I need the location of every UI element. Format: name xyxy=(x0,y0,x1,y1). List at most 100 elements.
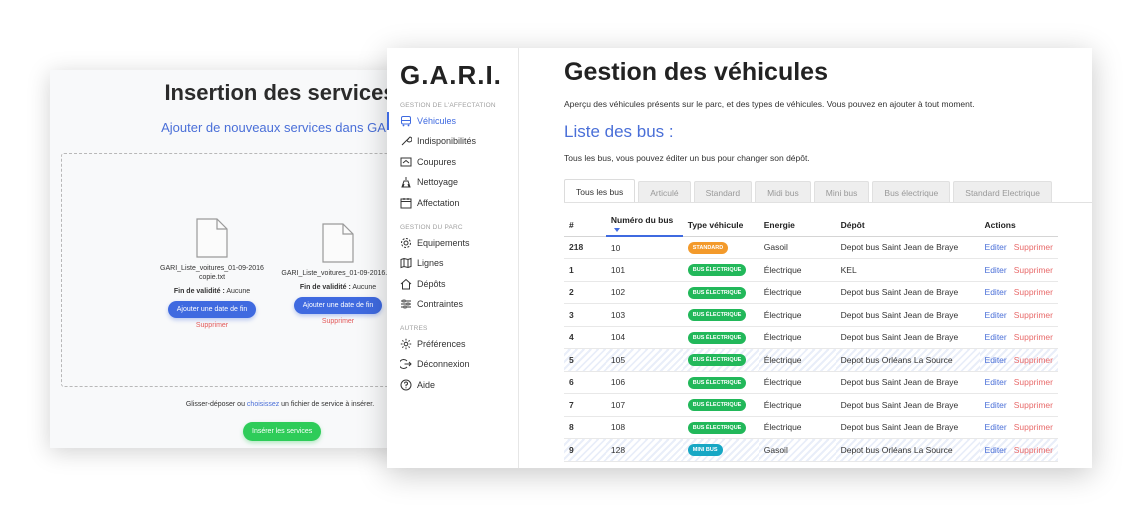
tab-bus-electrique[interactable]: Bus électrique xyxy=(872,181,951,203)
cell-id: 3 xyxy=(564,303,606,327)
edit-link[interactable]: Editer xyxy=(985,422,1007,432)
cell-actions: Editer Supprimer xyxy=(979,416,1058,439)
table-row[interactable]: 218 10 STANDARD Gasoil Depot bus Saint Jean … xyxy=(564,236,1058,259)
sidebar-item-coupures[interactable]: Coupures xyxy=(387,153,518,171)
edit-link[interactable]: Editer xyxy=(985,287,1007,297)
tabs-divider xyxy=(564,202,1092,203)
delete-file-link[interactable]: Supprimer xyxy=(152,322,272,329)
cell-energy: Gasoil xyxy=(758,236,836,259)
cell-depot: Depot bus Orléans La Source xyxy=(835,348,980,372)
sidebar-item-aide[interactable]: Aide xyxy=(387,376,518,394)
cell-type: BUS ÉLECTRIQUE xyxy=(682,326,759,349)
cell-id: 4 xyxy=(564,326,606,349)
sidebar-item-lignes[interactable]: Lignes xyxy=(387,254,518,272)
tab-mini-bus[interactable]: Mini bus xyxy=(813,181,870,203)
tab-midi-bus[interactable]: Midi bus xyxy=(755,181,811,203)
validity-label: Fin de validité : xyxy=(299,284,351,291)
delete-link[interactable]: Supprimer xyxy=(1014,445,1053,455)
table-row[interactable]: 5 105 BUS ÉLECTRIQUE Électrique Depot bus Or… xyxy=(564,348,1058,372)
cell-type: STANDARD xyxy=(682,236,759,259)
cell-type: MINI BUS xyxy=(682,438,759,462)
sidebar-item-nettoyage[interactable]: Nettoyage xyxy=(387,173,518,191)
delete-link[interactable]: Supprimer xyxy=(1014,310,1053,320)
delete-link[interactable]: Supprimer xyxy=(1014,400,1053,410)
tab-standard-electrique[interactable]: Standard Electrique xyxy=(953,181,1052,203)
edit-link[interactable]: Editer xyxy=(985,310,1007,320)
sidebar-item-contraintes[interactable]: Contraintes xyxy=(387,295,518,313)
edit-link[interactable]: Editer xyxy=(985,242,1007,252)
tab-tous-les-bus[interactable]: Tous les bus xyxy=(564,179,636,203)
table-row[interactable]: 6 106 BUS ÉLECTRIQUE Électrique Depot bus Sa… xyxy=(564,371,1058,394)
edit-link[interactable]: Editer xyxy=(985,445,1007,455)
bus-table: # Numéro du bus Type véhicule Energie Dé… xyxy=(564,214,1058,462)
delete-file-link[interactable]: Supprimer xyxy=(278,318,398,325)
service-insertion-window: Insertion des services Ajouter de nouvea… xyxy=(50,70,400,448)
cell-energy: Gasoil xyxy=(758,438,836,462)
delete-link[interactable]: Supprimer xyxy=(1014,377,1053,387)
file-name: GARI_Liste_voitures_01-09-2016 copie.txt xyxy=(152,264,272,282)
sidebar-item-label: Contraintes xyxy=(417,299,464,309)
sidebar-item-depots[interactable]: Dépôts xyxy=(387,275,518,293)
cell-actions: Editer Supprimer xyxy=(979,371,1058,394)
edit-link[interactable]: Editer xyxy=(985,332,1007,342)
tab-standard[interactable]: Standard xyxy=(693,181,753,203)
vehicle-type-badge: BUS ÉLECTRIQUE xyxy=(687,264,747,277)
delete-link[interactable]: Supprimer xyxy=(1014,422,1053,432)
insert-services-button[interactable]: Insérer les services xyxy=(243,422,322,441)
table-row[interactable]: 1 101 BUS ÉLECTRIQUE Électrique KEL Editer Sup… xyxy=(564,258,1058,282)
table-row[interactable]: 7 107 BUS ÉLECTRIQUE Électrique Depot bus Sa… xyxy=(564,393,1058,417)
column-header-type[interactable]: Type véhicule xyxy=(682,214,759,237)
table-row[interactable]: 9 128 MINI BUS Gasoil Depot bus Orléans La S… xyxy=(564,438,1058,462)
cell-bus-number: 104 xyxy=(605,326,683,349)
cell-energy: Électrique xyxy=(758,371,836,394)
sidebar-item-vehicules[interactable]: Véhicules xyxy=(387,112,518,130)
tab-articule[interactable]: Articulé xyxy=(638,181,691,203)
delete-link[interactable]: Supprimer xyxy=(1014,332,1053,342)
delete-link[interactable]: Supprimer xyxy=(1014,265,1053,275)
sidebar-item-affectation[interactable]: Affectation xyxy=(387,194,518,212)
table-header-row: # Numéro du bus Type véhicule Energie Dé… xyxy=(564,214,1058,237)
settings-icon xyxy=(400,338,412,350)
edit-link[interactable]: Editer xyxy=(985,355,1007,365)
table-row[interactable]: 4 104 BUS ÉLECTRIQUE Électrique Depot bus Sa… xyxy=(564,326,1058,349)
cell-bus-number: 10 xyxy=(605,236,683,259)
sidebar-item-label: Affectation xyxy=(417,198,460,208)
column-header-id[interactable]: # xyxy=(564,214,606,237)
sidebar-item-deconnexion[interactable]: Déconnexion xyxy=(387,355,518,373)
edit-link[interactable]: Editer xyxy=(985,400,1007,410)
vehicle-type-badge: BUS ÉLECTRIQUE xyxy=(687,309,747,322)
edit-link[interactable]: Editer xyxy=(985,377,1007,387)
sidebar-item-label: Déconnexion xyxy=(417,359,470,369)
table-row[interactable]: 8 108 BUS ÉLECTRIQUE Électrique Depot bus Sa… xyxy=(564,416,1058,439)
file-validity: Fin de validité : Aucune xyxy=(278,284,398,291)
delete-link[interactable]: Supprimer xyxy=(1014,242,1053,252)
file-dropzone[interactable]: GARI_Liste_voitures_01-09-2016 copie.txt… xyxy=(61,153,400,387)
cell-actions: Editer Supprimer xyxy=(979,348,1058,372)
edit-link[interactable]: Editer xyxy=(985,265,1007,275)
choose-file-link[interactable]: choisissez xyxy=(247,401,279,408)
column-header-number[interactable]: Numéro du bus xyxy=(605,214,683,237)
delete-link[interactable]: Supprimer xyxy=(1014,287,1053,297)
table-row[interactable]: 2 102 BUS ÉLECTRIQUE Électrique Depot bus Sa… xyxy=(564,281,1058,304)
column-header-energy[interactable]: Energie xyxy=(758,214,836,237)
sidebar-item-equipements[interactable]: Equipements xyxy=(387,234,518,252)
home-icon xyxy=(400,278,412,290)
file-name-line: copie.txt xyxy=(198,274,226,281)
cleaning-icon xyxy=(401,177,411,188)
sidebar-item-preferences[interactable]: Préférences xyxy=(387,335,518,353)
file-name: GARI_Liste_voitures_01-09-2016.txt xyxy=(278,269,398,278)
table-row[interactable]: 3 103 BUS ÉLECTRIQUE Électrique Depot bus Sa… xyxy=(564,303,1058,327)
add-end-date-button[interactable]: Ajouter une date de fin xyxy=(293,297,383,314)
sidebar-item-indisponibilites[interactable]: Indisponibilités xyxy=(387,132,518,150)
add-end-date-button[interactable]: Ajouter une date de fin xyxy=(167,301,257,318)
sidebar: G.A.R.I. Gestion de l'affectation Véhicu… xyxy=(387,48,519,468)
delete-link[interactable]: Supprimer xyxy=(1014,355,1053,365)
sidebar-section-label: Gestion du parc xyxy=(400,224,463,231)
insertion-title: Insertion des services xyxy=(164,80,396,105)
validity-value: Aucune xyxy=(350,284,377,291)
page-title: Gestion des véhicules xyxy=(564,58,828,86)
cell-type: BUS ÉLECTRIQUE xyxy=(682,416,759,439)
cell-id: 218 xyxy=(564,236,606,259)
vehicle-type-badge: STANDARD xyxy=(687,241,729,254)
column-header-depot[interactable]: Dépôt xyxy=(835,214,980,237)
